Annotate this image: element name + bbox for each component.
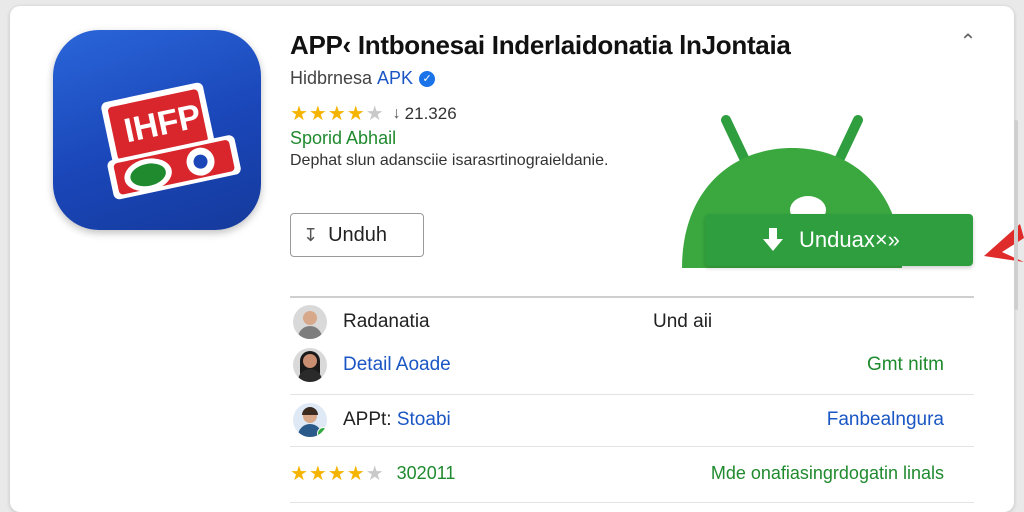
list-item[interactable]: ★★★★★ 302011 Mde onafiasingrdogatin lina… <box>290 453 974 493</box>
row-number: 302011 <box>396 462 456 483</box>
row-divider <box>290 502 974 503</box>
verified-check-icon: ✓ <box>419 70 436 87</box>
avatar <box>293 305 327 339</box>
row-divider <box>290 394 974 395</box>
row-label: Radanatia <box>343 311 430 332</box>
avatar <box>293 403 327 437</box>
unduh-button-label: Unduh <box>328 223 388 246</box>
unduh-primary-button-label: Unduax×» <box>799 227 900 252</box>
section-divider <box>290 296 974 298</box>
row-value: Und aii <box>653 311 713 332</box>
apk-tag: APK <box>377 68 414 88</box>
list-item[interactable]: APPt: Stoabi Fanbealngura <box>290 400 974 440</box>
app-title: APP‹ Intbonesai Inderlaidonatia lnJontai… <box>290 30 791 60</box>
row-divider <box>290 446 974 447</box>
rating-count: 21.326 <box>404 103 457 123</box>
app-icon: IHFP <box>53 30 261 230</box>
rating-stars: ★★★★★ <box>290 462 385 485</box>
online-status-icon <box>317 427 327 437</box>
row-label-link[interactable]: Stoabi <box>397 409 451 430</box>
list-item[interactable]: Detail Aoade Gmt nitm <box>290 345 974 385</box>
app-description: Dephat slun adansciie isarasrtinograield… <box>290 152 609 169</box>
app-category[interactable]: Sporid Abhail <box>290 128 396 149</box>
download-icon: ↧ <box>303 224 319 245</box>
developer-name[interactable]: Hidbrnesa <box>290 68 372 89</box>
row-label: APPt: Stoabi <box>343 409 451 431</box>
rating-line: ★★★★★ ↓ 21.326 <box>290 101 457 126</box>
download-count-icon: ↓ <box>392 104 401 122</box>
row-label-prefix: APPt: <box>343 409 392 430</box>
row-value[interactable]: Gmt nitm <box>867 354 944 376</box>
rating-stars: ★★★★★ <box>290 103 385 125</box>
avatar <box>293 348 327 382</box>
row-value[interactable]: Fanbealngura <box>827 409 944 431</box>
app-logo-truck-icon: IHFP <box>101 82 241 200</box>
download-arrow-icon <box>761 226 785 254</box>
developer-line: Hidbrnesa APK ✓ <box>290 68 436 89</box>
list-item[interactable]: Radanatia Und aii <box>290 302 974 342</box>
unduh-primary-button[interactable]: Unduax×» <box>705 214 973 266</box>
unduh-button[interactable]: ↧ Unduh <box>290 213 424 257</box>
row-label[interactable]: Detail Aoade <box>343 354 451 376</box>
row-value[interactable]: Mde onafiasingrdogatin linals <box>711 463 944 484</box>
scrollbar[interactable] <box>1014 120 1018 310</box>
collapse-chevron-icon[interactable]: ⌃ <box>956 30 980 54</box>
